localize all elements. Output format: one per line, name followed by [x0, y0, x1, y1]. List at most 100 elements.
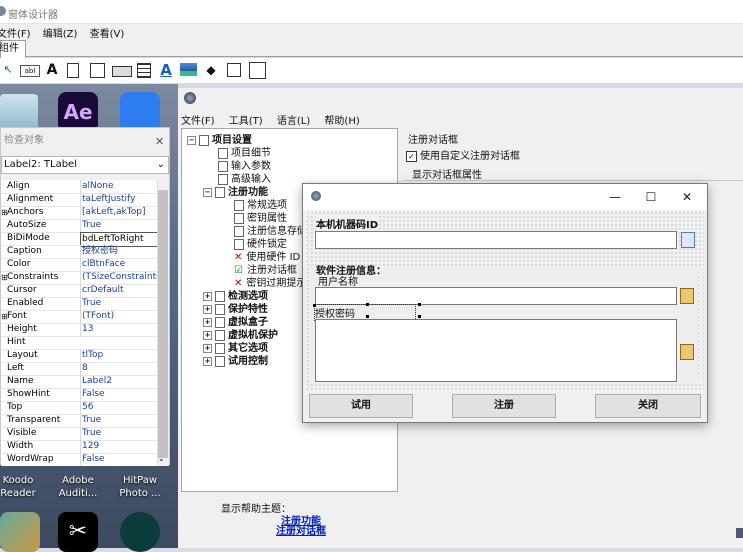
property-value[interactable]: 129: [80, 440, 157, 453]
property-value[interactable]: 8: [80, 362, 157, 375]
property-value[interactable]: True: [80, 414, 157, 427]
selection-handle[interactable]: [366, 315, 369, 318]
pointer-icon[interactable]: ↖: [0, 62, 16, 78]
property-value[interactable]: 13: [80, 323, 157, 336]
collapse-icon[interactable]: −: [187, 135, 196, 145]
property-row[interactable]: Hint: [1, 336, 157, 350]
password-field[interactable]: [315, 319, 677, 382]
tree-node-detect[interactable]: + 检测选项: [203, 290, 268, 303]
app-menu-help[interactable]: 帮助(H): [324, 116, 359, 127]
selection-handle[interactable]: [418, 315, 421, 318]
property-value[interactable]: clBtnFace: [80, 258, 157, 271]
property-row[interactable]: ShowHint False: [1, 388, 157, 402]
image-icon[interactable]: [180, 63, 197, 76]
expand-icon[interactable]: +: [203, 304, 212, 314]
tree-node-input-params[interactable]: 输入参数: [218, 160, 271, 173]
property-row[interactable]: Cursor crDefault: [1, 284, 157, 298]
tab-components[interactable]: 组件: [0, 40, 26, 58]
button-icon[interactable]: [112, 66, 132, 77]
designer-menu-view[interactable]: 查看(V): [90, 29, 125, 40]
designer-menu-file[interactable]: 文件(F): [0, 29, 31, 40]
static-text-icon[interactable]: A: [158, 62, 174, 78]
capcut-icon[interactable]: ✂: [58, 512, 98, 552]
property-value[interactable]: taLeftJustify: [80, 193, 157, 206]
property-value[interactable]: True: [80, 219, 157, 232]
property-value[interactable]: (TSizeConstraints): [80, 271, 157, 284]
tree-node-key-props[interactable]: 密钥属性: [234, 212, 287, 225]
property-row[interactable]: Layout tlTop: [1, 349, 157, 363]
property-row[interactable]: Name Label2: [1, 375, 157, 389]
property-row[interactable]: Caption 授权密码: [1, 245, 157, 259]
property-value[interactable]: alNone: [80, 180, 157, 193]
property-value[interactable]: Label2: [80, 375, 157, 388]
paste-icon[interactable]: [680, 344, 694, 360]
property-row[interactable]: Left 8: [1, 362, 157, 376]
trial-button[interactable]: 试用: [309, 394, 413, 418]
tree-node-virtual-box[interactable]: + 虚拟盒子: [203, 316, 268, 329]
minimize-icon[interactable]: —: [597, 187, 633, 207]
password-label[interactable]: 授权密码: [314, 304, 416, 321]
property-value[interactable]: crDefault: [80, 284, 157, 297]
property-row[interactable]: ⊞ Anchors [akLeft,akTop]: [1, 206, 157, 220]
tree-node-general-options[interactable]: 常规选项: [234, 199, 287, 212]
property-row[interactable]: AutoSize True: [1, 219, 157, 233]
checkbox-checked-icon[interactable]: ✓: [406, 150, 417, 162]
app-menu-language[interactable]: 语言(L): [277, 116, 310, 127]
tree-node-reg-dialog[interactable]: ☑ 注册对话框: [234, 264, 297, 277]
property-row[interactable]: WordWrap False: [1, 453, 157, 466]
property-value[interactable]: True: [80, 297, 157, 310]
username-field[interactable]: [315, 287, 677, 305]
after-effects-icon[interactable]: Ae: [58, 92, 98, 132]
property-row[interactable]: Visible True: [1, 427, 157, 441]
close-button[interactable]: 关闭: [595, 394, 701, 418]
edit-box-icon[interactable]: abI: [20, 65, 40, 77]
tree-node-project-detail[interactable]: 项目细节: [218, 147, 271, 160]
expand-icon[interactable]: +: [203, 343, 212, 353]
tree-node-hardware-id[interactable]: ✕ 使用硬件 ID: [234, 251, 300, 264]
property-value[interactable]: False: [80, 453, 157, 466]
property-value[interactable]: False: [80, 388, 157, 401]
property-value[interactable]: True: [80, 427, 157, 440]
expand-icon[interactable]: +: [203, 330, 212, 340]
shape-icon[interactable]: ◆: [203, 62, 219, 78]
property-value[interactable]: [akLeft,akTop]: [80, 206, 157, 219]
expand-icon[interactable]: +: [203, 317, 212, 327]
property-row[interactable]: Color clBtnFace: [1, 258, 157, 272]
memo-icon[interactable]: [67, 63, 79, 78]
designer-menu-edit[interactable]: 编辑(Z): [43, 29, 78, 40]
maximize-icon[interactable]: ☐: [633, 187, 669, 207]
property-row[interactable]: Transparent True: [1, 414, 157, 428]
custom-dialog-checkbox[interactable]: ✓ 使用自定义注册对话框: [406, 147, 520, 162]
close-icon[interactable]: ✕: [669, 187, 705, 207]
tree-node-hardware-lock[interactable]: 硬件锁定: [234, 238, 287, 251]
tree-node-trial[interactable]: + 试用控制: [203, 355, 268, 368]
property-row[interactable]: Alignment taLeftJustify: [1, 193, 157, 207]
aperture-app-icon[interactable]: [120, 512, 160, 552]
tree-node-vm-protect[interactable]: + 虚拟机保护: [203, 329, 278, 342]
app-menu-file[interactable]: 文件(F): [181, 116, 215, 127]
machine-id-field[interactable]: [315, 231, 677, 249]
tree-node-key-expiry[interactable]: ✕ 密钥过期提示: [234, 277, 306, 290]
tree-node-reg-storage[interactable]: 注册信息存储: [234, 225, 307, 238]
selection-handle[interactable]: [418, 303, 421, 306]
bevel-icon[interactable]: [227, 63, 241, 77]
property-row[interactable]: Top 56: [1, 401, 157, 415]
app-menu-tools[interactable]: 工具(T): [229, 116, 263, 127]
property-row[interactable]: ⊞ Constraints (TSizeConstraints): [1, 271, 157, 285]
copy-icon[interactable]: [681, 232, 695, 248]
grid-icon[interactable]: [137, 63, 151, 78]
property-row[interactable]: Height 13: [1, 323, 157, 337]
collapse-icon[interactable]: −: [203, 187, 212, 197]
tree-node-other-options[interactable]: + 其它选项: [203, 342, 268, 355]
groupbox-icon[interactable]: [249, 62, 266, 79]
register-button[interactable]: 注册: [452, 394, 556, 418]
property-row[interactable]: BiDiMode bdLeftToRight: [1, 232, 157, 247]
tree-node-root[interactable]: − 项目设置: [187, 134, 252, 147]
property-value[interactable]: (TFont): [80, 310, 157, 323]
selection-handle[interactable]: [313, 304, 316, 307]
inspector-scroll-thumb[interactable]: [158, 190, 168, 458]
selection-handle[interactable]: [366, 303, 369, 306]
inspector-object-select[interactable]: Label2: TLabel ⌄: [1, 156, 169, 174]
property-value[interactable]: 56: [80, 401, 157, 414]
close-icon[interactable]: ✕: [155, 135, 164, 148]
